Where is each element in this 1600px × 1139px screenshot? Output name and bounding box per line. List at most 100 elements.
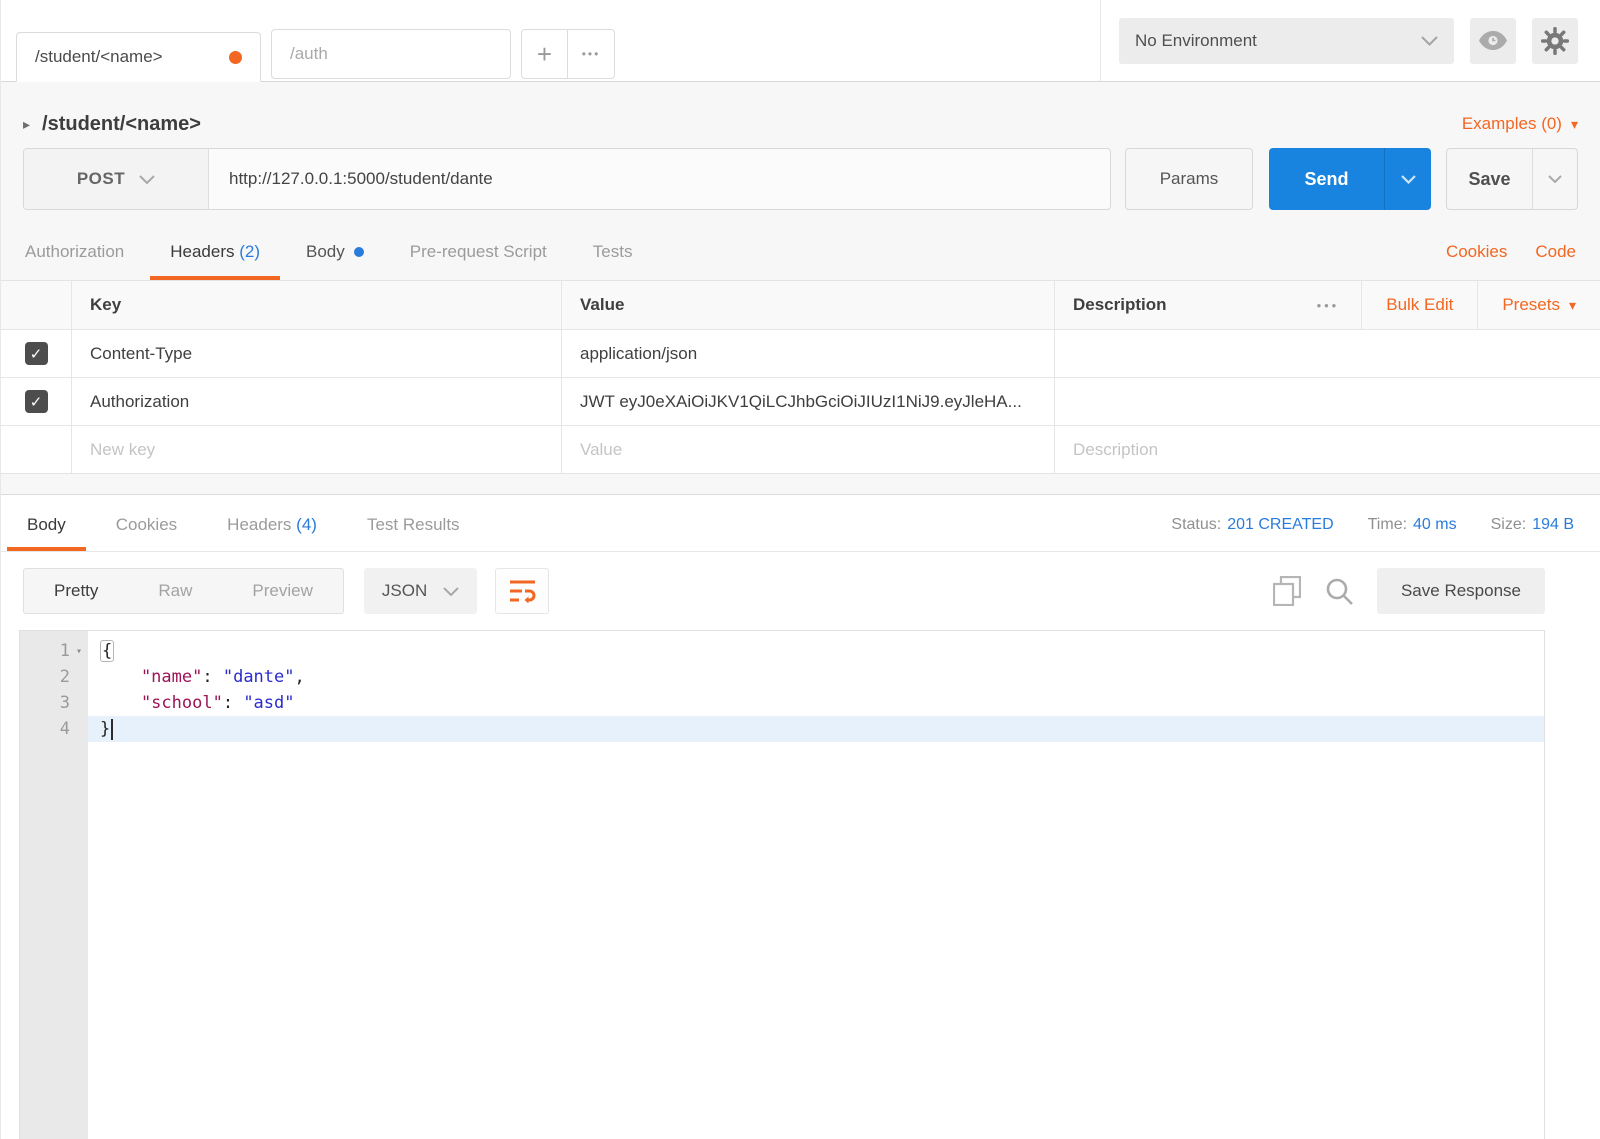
value-cell[interactable]: application/json	[561, 330, 1054, 377]
value-cell[interactable]: JWT eyJ0eXAiOiJKV1QiLCJhbGciOiJIUzI1NiJ9…	[561, 378, 1054, 425]
line-number-gutter: 1 ▾ 2 3 4	[20, 631, 88, 1139]
format-select[interactable]: JSON	[363, 568, 478, 614]
checkbox-column-header	[1, 281, 71, 329]
time-label: Time:	[1367, 516, 1408, 533]
response-actions: Save Response	[1272, 568, 1545, 614]
checkbox-cell: ✓	[1, 330, 71, 377]
plus-icon: +	[536, 39, 553, 69]
response-meta: Status: 201 CREATED Time: 40 ms Size: 194 B	[1171, 516, 1574, 551]
response-toolbar: Pretty Raw Preview JSON Save Response	[1, 552, 1600, 630]
more-options-icon[interactable]: •••	[1295, 281, 1362, 329]
method-select[interactable]: POST	[24, 149, 209, 209]
description-cell[interactable]	[1054, 378, 1600, 425]
tab-response-body[interactable]: Body	[7, 515, 86, 551]
tab-response-cookies[interactable]: Cookies	[116, 515, 177, 551]
environment-controls: No Environment	[1100, 0, 1600, 81]
presets-dropdown[interactable]: Presets ▾	[1477, 281, 1600, 329]
new-tab-button[interactable]: +	[521, 29, 568, 79]
json-key-token: "name"	[140, 667, 203, 687]
copy-button[interactable]	[1272, 576, 1301, 606]
new-value-input[interactable]: Value	[561, 426, 1054, 473]
tab-controls: + •••	[521, 29, 615, 79]
gutter-line: 3	[20, 690, 88, 716]
tab-student-name[interactable]: /student/<name>	[16, 32, 261, 82]
ellipsis-icon: •••	[581, 47, 601, 61]
tab-headers[interactable]: Headers (2)	[150, 242, 280, 280]
code-line-active: }	[88, 716, 1544, 742]
postman-window: /student/<name> /auth + ••• No Environme…	[0, 0, 1600, 1139]
tab-auth[interactable]: /auth	[271, 29, 511, 79]
view-pretty-button[interactable]: Pretty	[24, 569, 128, 613]
request-title: /student/<name>	[42, 112, 201, 135]
key-cell[interactable]: Content-Type	[71, 330, 561, 377]
bulk-edit-link[interactable]: Bulk Edit	[1361, 281, 1477, 329]
size-label: Size:	[1490, 516, 1527, 533]
json-string-token: "dante"	[222, 667, 295, 687]
row-enabled-checkbox[interactable]: ✓	[24, 342, 48, 365]
more-tabs-button[interactable]: •••	[568, 29, 615, 79]
collapse-caret-icon[interactable]: ▸	[23, 116, 30, 133]
search-icon	[1326, 578, 1353, 605]
settings-button[interactable]	[1532, 17, 1578, 64]
save-options-button[interactable]	[1532, 149, 1577, 209]
code-link[interactable]: Code	[1535, 242, 1576, 262]
tab-response-headers[interactable]: Headers (4)	[227, 515, 317, 551]
environment-select-value: No Environment	[1135, 30, 1257, 50]
tab-label: Headers	[227, 515, 292, 534]
environment-quicklook-button[interactable]	[1470, 17, 1516, 64]
checkbox-cell	[1, 426, 71, 473]
presets-label: Presets	[1502, 295, 1560, 314]
save-response-button[interactable]: Save Response	[1376, 568, 1545, 614]
status-label: Status:	[1171, 516, 1222, 533]
tab-test-results[interactable]: Test Results	[367, 515, 460, 551]
chevron-down-icon	[1548, 175, 1562, 183]
chevron-down-icon	[443, 586, 459, 596]
save-split-button: Save	[1446, 148, 1578, 210]
tab-prerequest-script[interactable]: Pre-request Script	[410, 242, 547, 280]
view-preview-button[interactable]: Preview	[222, 569, 342, 613]
send-split-button: Send	[1269, 148, 1431, 210]
response-tabs: Body Cookies Headers (4) Test Results St…	[1, 495, 1600, 552]
separator-token: :	[202, 667, 223, 687]
eye-icon	[1479, 31, 1507, 50]
wrap-text-icon	[509, 580, 536, 603]
send-button[interactable]: Send	[1269, 148, 1384, 210]
header-row-content-type: ✓ Content-Type application/json	[1, 329, 1600, 377]
tab-authorization[interactable]: Authorization	[25, 242, 124, 280]
row-enabled-checkbox[interactable]: ✓	[24, 390, 48, 413]
url-input[interactable]: http://127.0.0.1:5000/student/dante	[209, 149, 1110, 209]
request-builder: ▸ /student/<name> Examples (0) ▾ POST ht…	[1, 82, 1600, 494]
tab-label: Tests	[592, 242, 633, 261]
time-value: 40 ms	[1413, 516, 1457, 533]
send-options-button[interactable]	[1384, 148, 1431, 210]
fold-caret-icon[interactable]: ▾	[70, 646, 88, 657]
body-modified-dot-icon	[353, 247, 364, 257]
tab-body[interactable]: Body	[306, 242, 364, 280]
save-button[interactable]: Save	[1447, 149, 1532, 209]
wrap-text-button[interactable]	[495, 568, 550, 614]
json-key-token: "school"	[140, 693, 223, 713]
search-button[interactable]	[1325, 577, 1353, 605]
new-description-input[interactable]: Description	[1054, 426, 1600, 473]
new-key-input[interactable]: New key	[71, 426, 561, 473]
line-number: 4	[59, 719, 70, 739]
save-response-label: Save Response	[1400, 581, 1521, 600]
request-links: Cookies Code	[1446, 242, 1576, 280]
environment-select[interactable]: No Environment	[1119, 17, 1454, 64]
description-cell[interactable]	[1054, 330, 1600, 377]
response-body-editor: 1 ▾ 2 3 4 {"name": "dante" , "school" …	[19, 630, 1545, 1139]
open-request-tabs: /student/<name> /auth + •••	[1, 0, 1100, 82]
examples-dropdown[interactable]: Examples (0) ▾	[1462, 114, 1578, 134]
params-button[interactable]: Params	[1125, 148, 1253, 210]
header-row-authorization: ✓ Authorization JWT eyJ0eXAiOiJKV1QiLCJh…	[1, 377, 1600, 425]
tab-tests[interactable]: Tests	[593, 242, 633, 280]
check-icon: ✓	[29, 393, 43, 411]
header-row-new: New key Value Description	[1, 425, 1600, 473]
key-cell[interactable]: Authorization	[71, 378, 561, 425]
view-raw-button[interactable]: Raw	[128, 569, 222, 613]
json-code-area[interactable]: { "name": "dante", "school": "asd" }	[88, 631, 1544, 1139]
tab-label: Body	[27, 515, 66, 534]
cookies-link[interactable]: Cookies	[1446, 242, 1507, 262]
time-badge: Time: 40 ms	[1368, 516, 1457, 534]
